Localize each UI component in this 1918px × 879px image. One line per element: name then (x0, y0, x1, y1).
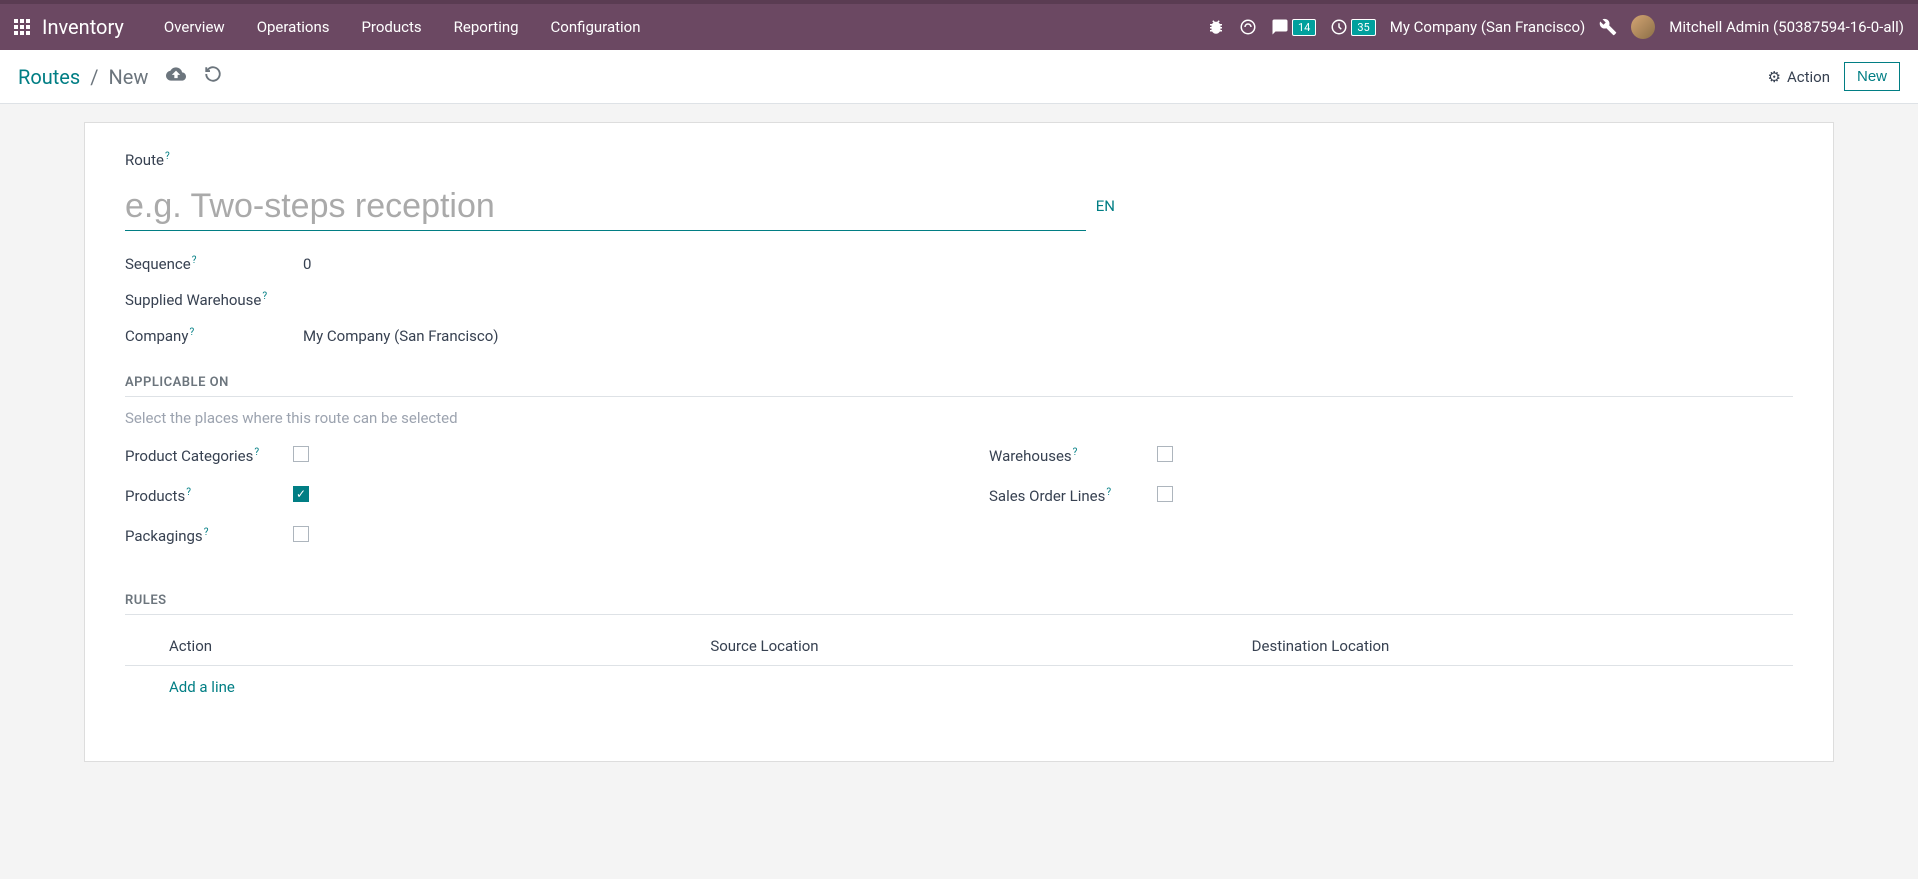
products-label: Products? (125, 483, 293, 505)
company-value[interactable]: My Company (San Francisco) (303, 323, 498, 345)
sequence-label: Sequence? (125, 251, 303, 273)
systray: 14 35 My Company (San Francisco) Mitchel… (1207, 15, 1910, 39)
user-menu[interactable]: Mitchell Admin (50387594-16-0-all) (1669, 18, 1904, 36)
help-icon[interactable]: ? (186, 487, 191, 498)
new-button[interactable]: New (1844, 62, 1900, 91)
nav-operations[interactable]: Operations (241, 4, 346, 50)
activities-badge: 35 (1351, 19, 1375, 36)
rules-table: Action Source Location Destination Locat… (125, 627, 1793, 696)
avatar[interactable] (1631, 15, 1655, 39)
help-icon[interactable]: ? (189, 327, 194, 338)
action-label: Action (1787, 68, 1830, 86)
product-categories-checkbox[interactable] (293, 446, 309, 462)
help-icon[interactable]: ? (1106, 487, 1111, 498)
packagings-checkbox[interactable] (293, 526, 309, 542)
nav-reporting[interactable]: Reporting (438, 4, 535, 50)
route-label: Route? (125, 147, 303, 169)
breadcrumb: Routes / New (18, 65, 148, 89)
topbar: Inventory Overview Operations Products R… (0, 0, 1918, 50)
help-icon[interactable]: ? (192, 255, 197, 266)
rules-col-source: Source Location (710, 637, 1251, 655)
warehouses-checkbox[interactable] (1157, 446, 1173, 462)
activities-icon[interactable]: 35 (1330, 18, 1375, 36)
breadcrumb-separator: / (90, 65, 98, 89)
help-icon[interactable]: ? (165, 151, 170, 162)
company-switcher[interactable]: My Company (San Francisco) (1390, 18, 1585, 36)
tools-icon[interactable] (1599, 18, 1617, 36)
nav-configuration[interactable]: Configuration (535, 4, 657, 50)
messages-badge: 14 (1292, 19, 1316, 36)
support-icon[interactable] (1239, 18, 1257, 36)
help-icon[interactable]: ? (1073, 447, 1078, 458)
app-title[interactable]: Inventory (42, 15, 124, 39)
rules-col-action: Action (169, 637, 710, 655)
discard-icon[interactable] (204, 65, 222, 88)
nav-products[interactable]: Products (345, 4, 437, 50)
rules-section-title: RULES (125, 593, 1793, 615)
products-checkbox[interactable] (293, 486, 309, 502)
sequence-value[interactable]: 0 (303, 251, 311, 273)
control-bar: Routes / New Action New (0, 50, 1918, 104)
help-icon[interactable]: ? (262, 291, 267, 302)
supplied-warehouse-label: Supplied Warehouse? (125, 287, 303, 309)
debug-icon[interactable] (1207, 18, 1225, 36)
rules-col-dest: Destination Location (1252, 637, 1793, 655)
apps-icon[interactable] (14, 19, 30, 35)
applicable-section-title: APPLICABLE ON (125, 375, 1793, 397)
help-icon[interactable]: ? (254, 447, 259, 458)
packagings-label: Packagings? (125, 523, 293, 545)
applicable-help: Select the places where this route can b… (125, 409, 1793, 427)
sales-order-lines-checkbox[interactable] (1157, 486, 1173, 502)
breadcrumb-parent[interactable]: Routes (18, 65, 80, 89)
add-line-button[interactable]: Add a line (125, 666, 1793, 696)
breadcrumb-current: New (109, 65, 149, 89)
form-sheet: Route? EN Sequence? 0 Supplied Warehouse… (84, 122, 1834, 762)
gear-icon (1768, 68, 1781, 86)
action-dropdown[interactable]: Action (1768, 68, 1830, 86)
nav-overview[interactable]: Overview (148, 4, 241, 50)
product-categories-label: Product Categories? (125, 443, 293, 465)
help-icon[interactable]: ? (204, 527, 209, 538)
cloud-save-icon[interactable] (166, 64, 186, 89)
lang-badge[interactable]: EN (1096, 197, 1115, 217)
messages-icon[interactable]: 14 (1271, 18, 1316, 36)
warehouses-label: Warehouses? (989, 443, 1157, 465)
nav-menu: Overview Operations Products Reporting C… (148, 4, 657, 50)
route-input[interactable] (125, 183, 1086, 231)
company-label: Company? (125, 323, 303, 345)
status-icons (166, 64, 222, 89)
sales-order-lines-label: Sales Order Lines? (989, 483, 1157, 505)
